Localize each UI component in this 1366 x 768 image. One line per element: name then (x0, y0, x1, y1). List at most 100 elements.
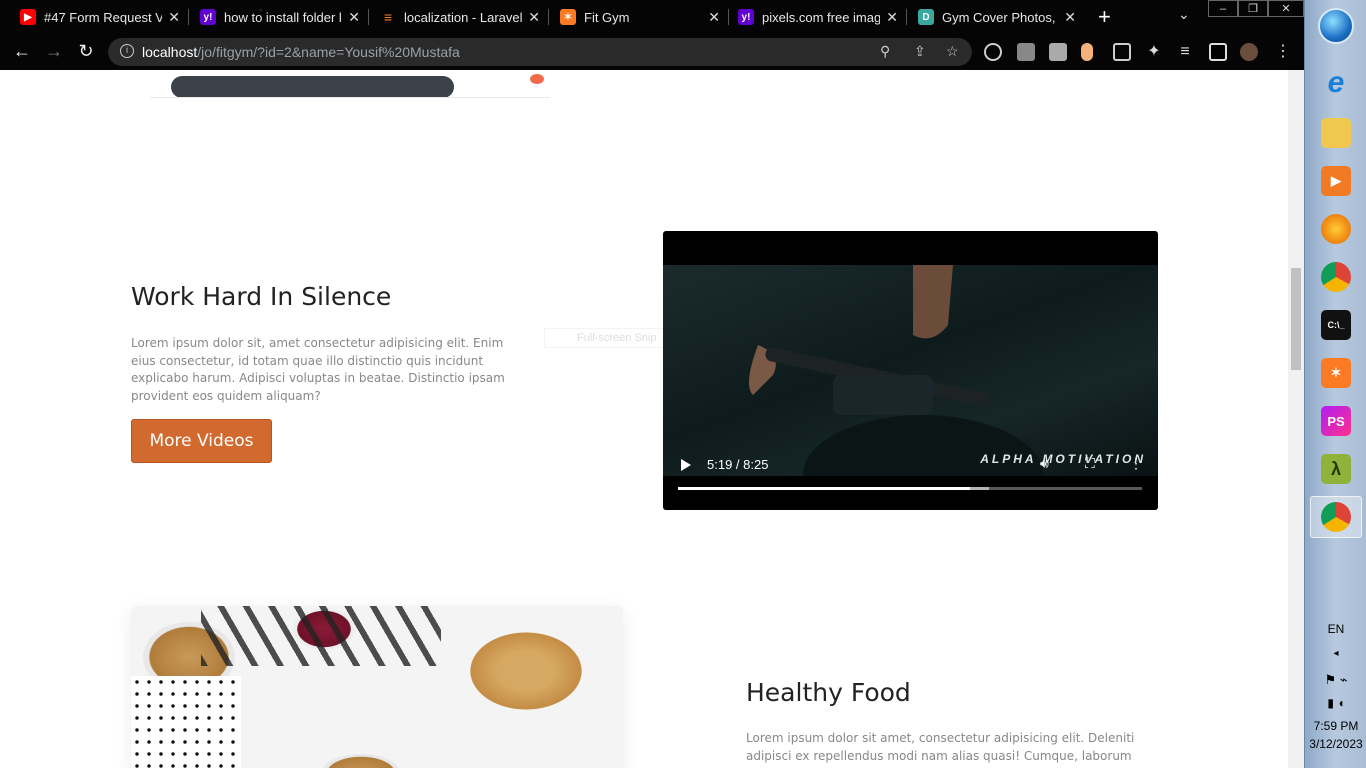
tab-title: localization - Laravel (404, 9, 522, 25)
tab-4[interactable]: y! pixels.com free image ✕ (738, 0, 898, 34)
kebab-menu-icon[interactable]: ⋮ (1274, 43, 1292, 61)
file-explorer-icon[interactable] (1310, 112, 1362, 154)
video-time: 5:19 / 8:25 (707, 457, 769, 472)
close-icon[interactable]: ✕ (348, 9, 360, 26)
section-heading: Work Hard In Silence (131, 282, 392, 311)
share-icon[interactable]: ⇪ (914, 43, 926, 60)
chevron-down-icon[interactable]: ⌄ (1178, 6, 1190, 23)
clock-time[interactable]: 7:59 PM (1305, 719, 1366, 733)
close-icon[interactable]: ✕ (708, 9, 720, 26)
tab-5[interactable]: D Gym Cover Photos, D ✕ (918, 0, 1076, 34)
window-controls: – ❐ ✕ (1208, 0, 1304, 18)
close-icon[interactable]: ✕ (1064, 9, 1076, 26)
playlist-icon[interactable]: ≡ (1176, 43, 1194, 61)
tab-divider (906, 9, 907, 25)
back-button[interactable]: ← (10, 41, 34, 62)
color-extension-icon[interactable] (1081, 43, 1093, 61)
xampp-icon: ✶ (560, 9, 576, 25)
chrome-active-icon[interactable] (1310, 496, 1362, 538)
tab-title: pixels.com free image (762, 9, 880, 25)
spilled-granola (461, 626, 591, 716)
internet-explorer-icon[interactable]: e (1310, 62, 1362, 104)
tray-expand-icon[interactable]: ◂ (1305, 648, 1366, 659)
zoom-icon[interactable]: ⚲ (880, 43, 890, 60)
illustration-bar (171, 76, 454, 98)
section-text: Lorem ipsum dolor sit amet, consectetur … (746, 731, 1135, 763)
yahoo-icon: y! (738, 9, 754, 25)
address-bar[interactable]: i localhost/jo/fitgym/?id=2&name=Yousif%… (108, 38, 972, 66)
top-illustration (150, 70, 550, 98)
clock-date[interactable]: 3/12/2023 (1305, 737, 1366, 751)
tab-divider (728, 9, 729, 25)
shield-extension-icon[interactable] (1113, 43, 1131, 61)
language-indicator[interactable]: EN (1305, 622, 1366, 636)
xampp-icon[interactable]: ✶ (1310, 352, 1362, 394)
tab-3[interactable]: ✶ Fit Gym ✕ (560, 0, 720, 34)
tray-status-icons[interactable]: ⚑ ⌁ (1305, 672, 1366, 688)
granola-bowl (321, 754, 401, 768)
section-heading: Healthy Food (746, 678, 911, 707)
tab-divider (188, 9, 189, 25)
minimize-button[interactable]: – (1208, 0, 1238, 17)
play-icon[interactable] (681, 459, 691, 471)
image-extension-icon[interactable] (1017, 43, 1035, 61)
illustration-baseline (150, 97, 550, 98)
start-button[interactable] (1318, 8, 1354, 44)
command-prompt-icon[interactable]: C:\_ (1310, 304, 1362, 346)
video-progress-bar[interactable] (678, 487, 1142, 490)
tab-title: how to install folder la (224, 9, 342, 25)
youtube-icon: ▶ (20, 9, 36, 25)
sidebar-icon[interactable] (1209, 43, 1227, 61)
d-icon: D (918, 9, 934, 25)
new-tab-button[interactable]: + (1098, 4, 1111, 30)
windows-taskbar: e ▶ C:\_ ✶ PS λ EN ◂ ⚑ ⌁ ▮ ◖ 7:59 PM 3/1… (1304, 0, 1366, 768)
url-text: localhost/jo/fitgym/?id=2&name=Yousif%20… (142, 44, 460, 60)
globe-extension-icon[interactable] (984, 43, 1002, 61)
tab-strip: ▶ #47 Form Request Val ✕ y! how to insta… (0, 0, 1304, 34)
polka-napkin (131, 676, 241, 768)
chrome-icon[interactable] (1310, 256, 1362, 298)
video-frame (663, 265, 1158, 510)
tab-1[interactable]: y! how to install folder la ✕ (200, 0, 360, 34)
reload-button[interactable]: ↻ (74, 41, 98, 62)
avatar[interactable] (1240, 43, 1258, 61)
tab-2[interactable]: ≡ localization - Laravel ✕ (380, 0, 540, 34)
puzzle-icon[interactable]: ✦ (1145, 43, 1163, 61)
firefox-icon[interactable] (1310, 208, 1362, 250)
browser-toolbar: ← → ↻ i localhost/jo/fitgym/?id=2&name=Y… (0, 34, 1304, 70)
scrollbar-thumb[interactable] (1291, 268, 1301, 370)
close-icon[interactable]: ✕ (528, 9, 540, 26)
video-scene (749, 265, 1043, 510)
tab-title: #47 Form Request Val (44, 9, 162, 25)
volume-icon[interactable]: 🔊︎ (1040, 455, 1049, 472)
phpstorm-icon[interactable]: PS (1310, 400, 1362, 442)
more-videos-button[interactable]: More Videos (131, 419, 272, 463)
page-content: Work Hard In Silence Lorem ipsum dolor s… (0, 70, 1288, 768)
restore-button[interactable]: ❐ (1238, 0, 1268, 17)
network-volume-icons[interactable]: ▮ ◖ (1305, 696, 1366, 710)
yahoo-icon: y! (200, 9, 216, 25)
tab-divider (548, 9, 549, 25)
media-player-icon[interactable]: ▶ (1310, 160, 1362, 202)
close-icon[interactable]: ✕ (168, 9, 180, 26)
screenshot-extension-icon[interactable] (1049, 43, 1067, 61)
tab-0[interactable]: ▶ #47 Form Request Val ✕ (20, 0, 180, 34)
bookmark-star-icon[interactable]: ☆ (946, 43, 959, 60)
close-icon[interactable]: ✕ (886, 9, 898, 26)
tab-divider (368, 9, 369, 25)
stackoverflow-icon: ≡ (383, 9, 393, 25)
close-window-button[interactable]: ✕ (1268, 0, 1304, 17)
fullscreen-icon[interactable]: ⛶ (1085, 455, 1095, 472)
illustration-accent (530, 74, 544, 84)
video-options-icon[interactable]: ⋮ (1129, 455, 1143, 472)
lambda-app-icon[interactable]: λ (1310, 448, 1362, 490)
video-played (678, 487, 971, 490)
forward-button[interactable]: → (42, 41, 66, 62)
url-path: /jo/fitgym/?id=2&name=Yousif%20Mustafa (197, 44, 460, 60)
info-icon[interactable]: i (120, 44, 134, 58)
video-brand-watermark: ALPHA MOTIVATION (980, 452, 1146, 466)
page-scrollbar[interactable] (1288, 70, 1304, 768)
video-player[interactable]: ALPHA MOTIVATION 5:19 / 8:25 🔊︎ ⛶ ⋮ (663, 231, 1158, 510)
healthy-food-image (131, 606, 623, 768)
tab-title: Fit Gym (584, 9, 630, 25)
